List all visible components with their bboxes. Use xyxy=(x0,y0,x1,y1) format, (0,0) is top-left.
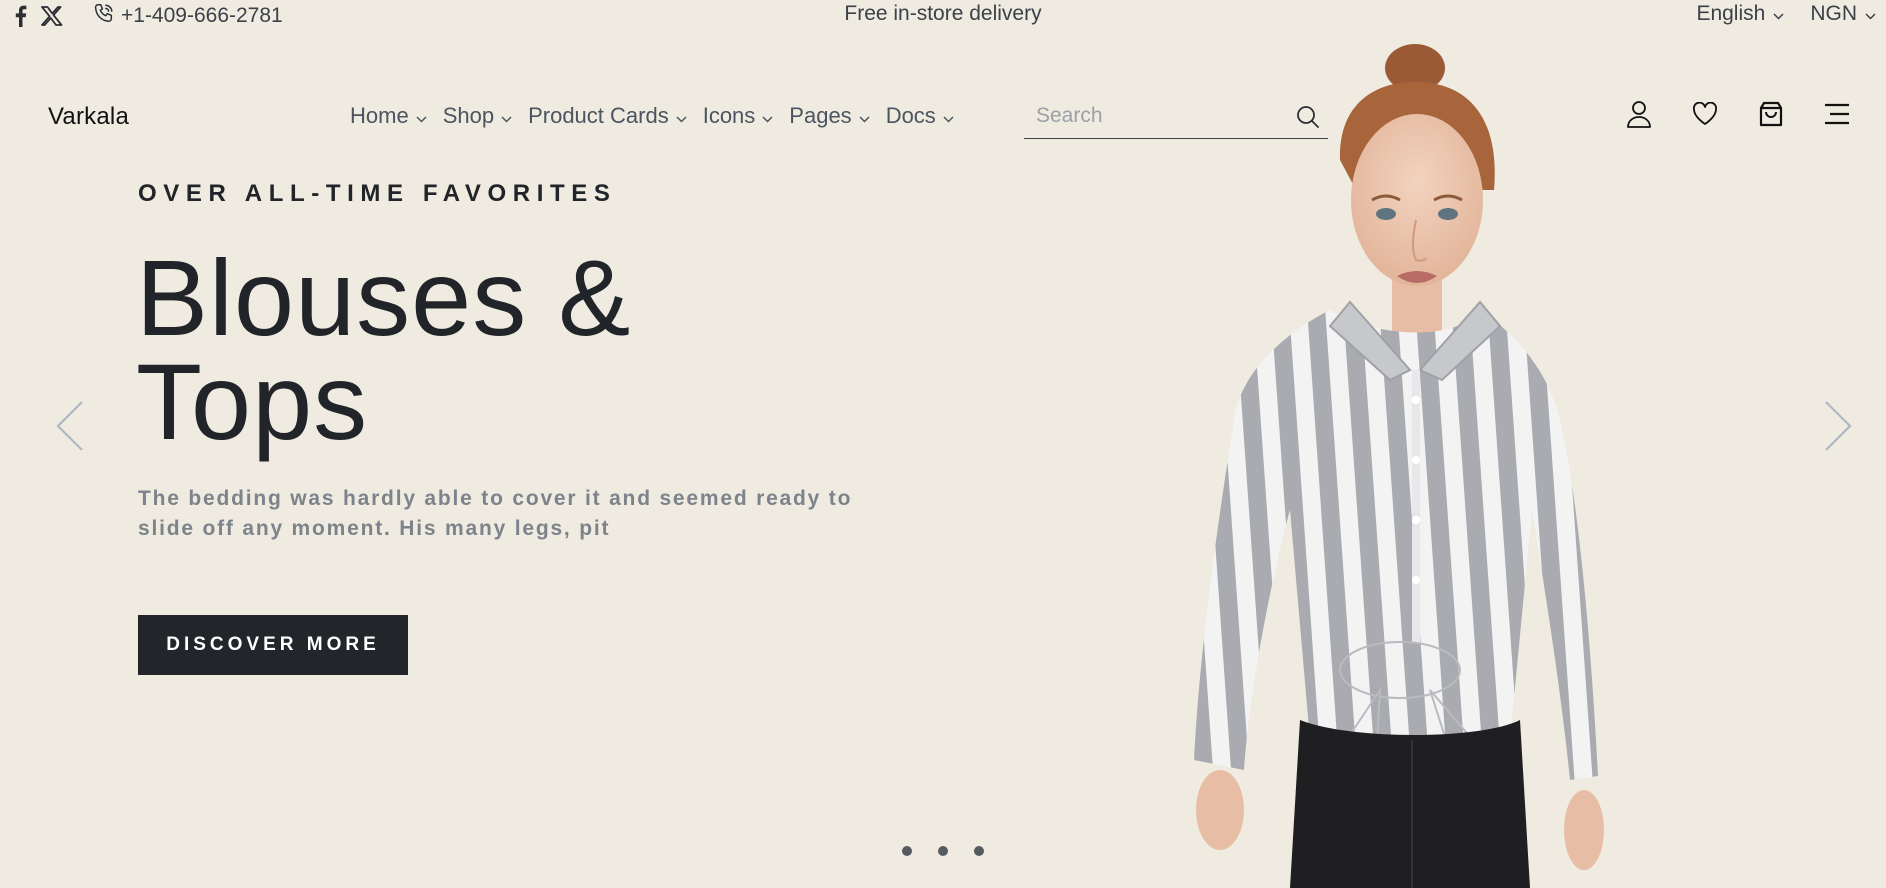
language-dropdown[interactable]: English xyxy=(1696,2,1784,26)
hero-title-line-2: Tops xyxy=(136,341,369,462)
slider-pagination xyxy=(902,846,984,856)
nav-label: Shop xyxy=(442,103,495,128)
shopping-bag-icon[interactable] xyxy=(1756,99,1786,129)
search-input[interactable] xyxy=(1036,101,1286,131)
currency-label: NGN xyxy=(1810,2,1857,25)
nav-label: Docs xyxy=(885,103,936,128)
header-icons xyxy=(1624,99,1852,129)
slider-dot[interactable] xyxy=(974,846,984,856)
promo-text: Free in-store delivery xyxy=(844,2,1042,25)
currency-dropdown[interactable]: NGN xyxy=(1810,2,1876,26)
chevron-down-icon xyxy=(762,103,773,129)
chevron-down-icon xyxy=(501,103,512,129)
hero-model-image xyxy=(1194,44,1604,888)
nav-label: Product Cards xyxy=(528,103,669,128)
nav-item-product-cards[interactable]: Product Cards xyxy=(528,103,687,129)
nav-item-pages[interactable]: Pages xyxy=(789,103,870,129)
main-header: Varkala Home Shop Product Cards Icons Pa… xyxy=(0,95,1886,145)
slider-prev-arrow-icon[interactable] xyxy=(52,398,88,454)
top-bar-right: English NGN xyxy=(1696,2,1876,26)
chevron-down-icon xyxy=(859,103,870,129)
search-icon[interactable] xyxy=(1296,105,1320,134)
nav-item-icons[interactable]: Icons xyxy=(703,103,774,129)
nav-label: Home xyxy=(350,103,409,128)
chevron-down-icon xyxy=(676,103,687,129)
main-nav: Home Shop Product Cards Icons Pages Docs xyxy=(350,103,954,129)
hero-description: The bedding was hardly able to cover it … xyxy=(138,487,853,540)
chevron-down-icon xyxy=(1865,2,1876,26)
slider-dot[interactable] xyxy=(902,846,912,856)
hero-title: Blouses & Tops xyxy=(136,237,632,462)
nav-label: Icons xyxy=(702,103,756,128)
chevron-down-icon xyxy=(943,103,954,129)
nav-item-docs[interactable]: Docs xyxy=(886,103,954,129)
search-box xyxy=(1024,95,1328,139)
heart-icon[interactable] xyxy=(1690,99,1720,129)
slider-next-arrow-icon[interactable] xyxy=(1820,398,1856,454)
nav-item-shop[interactable]: Shop xyxy=(443,103,512,129)
nav-label: Pages xyxy=(789,103,852,128)
top-bar: +1-409-666-2781 Free in-store delivery E… xyxy=(0,0,1886,28)
discover-more-button[interactable]: DISCOVER MORE xyxy=(138,615,408,675)
hero-title-line-1: Blouses & xyxy=(136,237,632,358)
chevron-down-icon xyxy=(416,103,427,129)
language-label: English xyxy=(1696,2,1766,25)
chevron-down-icon xyxy=(1773,2,1784,26)
nav-item-home[interactable]: Home xyxy=(350,103,427,129)
hero-eyebrow: OVER ALL-TIME FAVORITES xyxy=(138,180,617,207)
site-logo[interactable]: Varkala xyxy=(48,103,129,131)
menu-icon[interactable] xyxy=(1822,99,1852,129)
slider-dot[interactable] xyxy=(938,846,948,856)
user-icon[interactable] xyxy=(1624,99,1654,129)
